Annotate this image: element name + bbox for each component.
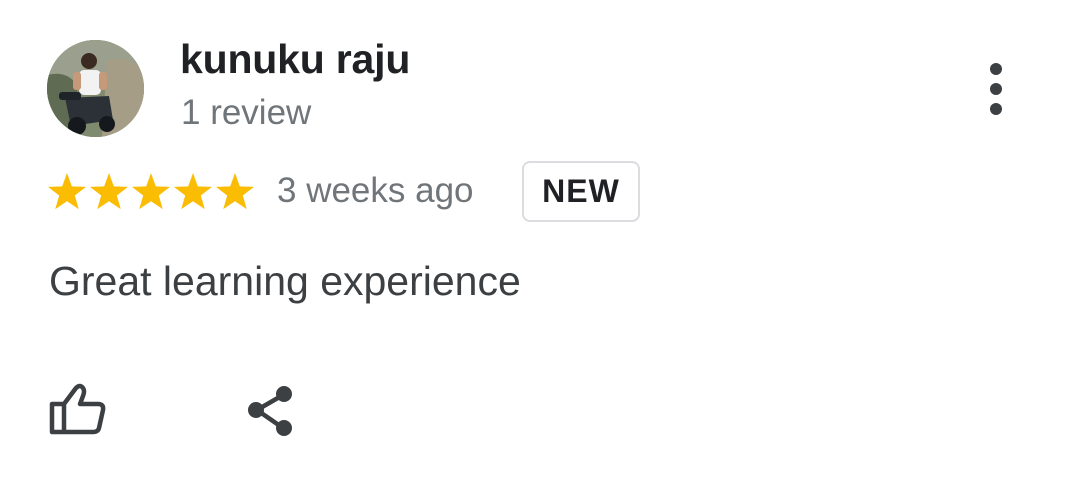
avatar-photo (47, 40, 144, 137)
like-button[interactable] (46, 380, 112, 440)
author-name[interactable]: kunuku raju (180, 36, 410, 83)
share-button[interactable] (240, 380, 302, 442)
review-card: kunuku raju 1 review 3 weeks ago NEW Gre… (0, 0, 1080, 481)
star-icon (215, 173, 255, 210)
star-icon (89, 173, 129, 210)
thumb-up-icon (49, 383, 106, 435)
review-text: Great learning experience (49, 258, 521, 304)
author-review-count: 1 review (181, 93, 312, 132)
star-icon (47, 173, 87, 210)
review-time: 3 weeks ago (277, 171, 474, 210)
star-rating (46, 170, 256, 214)
new-badge: NEW (522, 161, 640, 222)
author-avatar[interactable] (47, 40, 144, 137)
star-icon (173, 173, 213, 210)
share-icon (248, 386, 292, 436)
star-icon (131, 173, 171, 210)
more-options-button[interactable] (970, 56, 1022, 122)
